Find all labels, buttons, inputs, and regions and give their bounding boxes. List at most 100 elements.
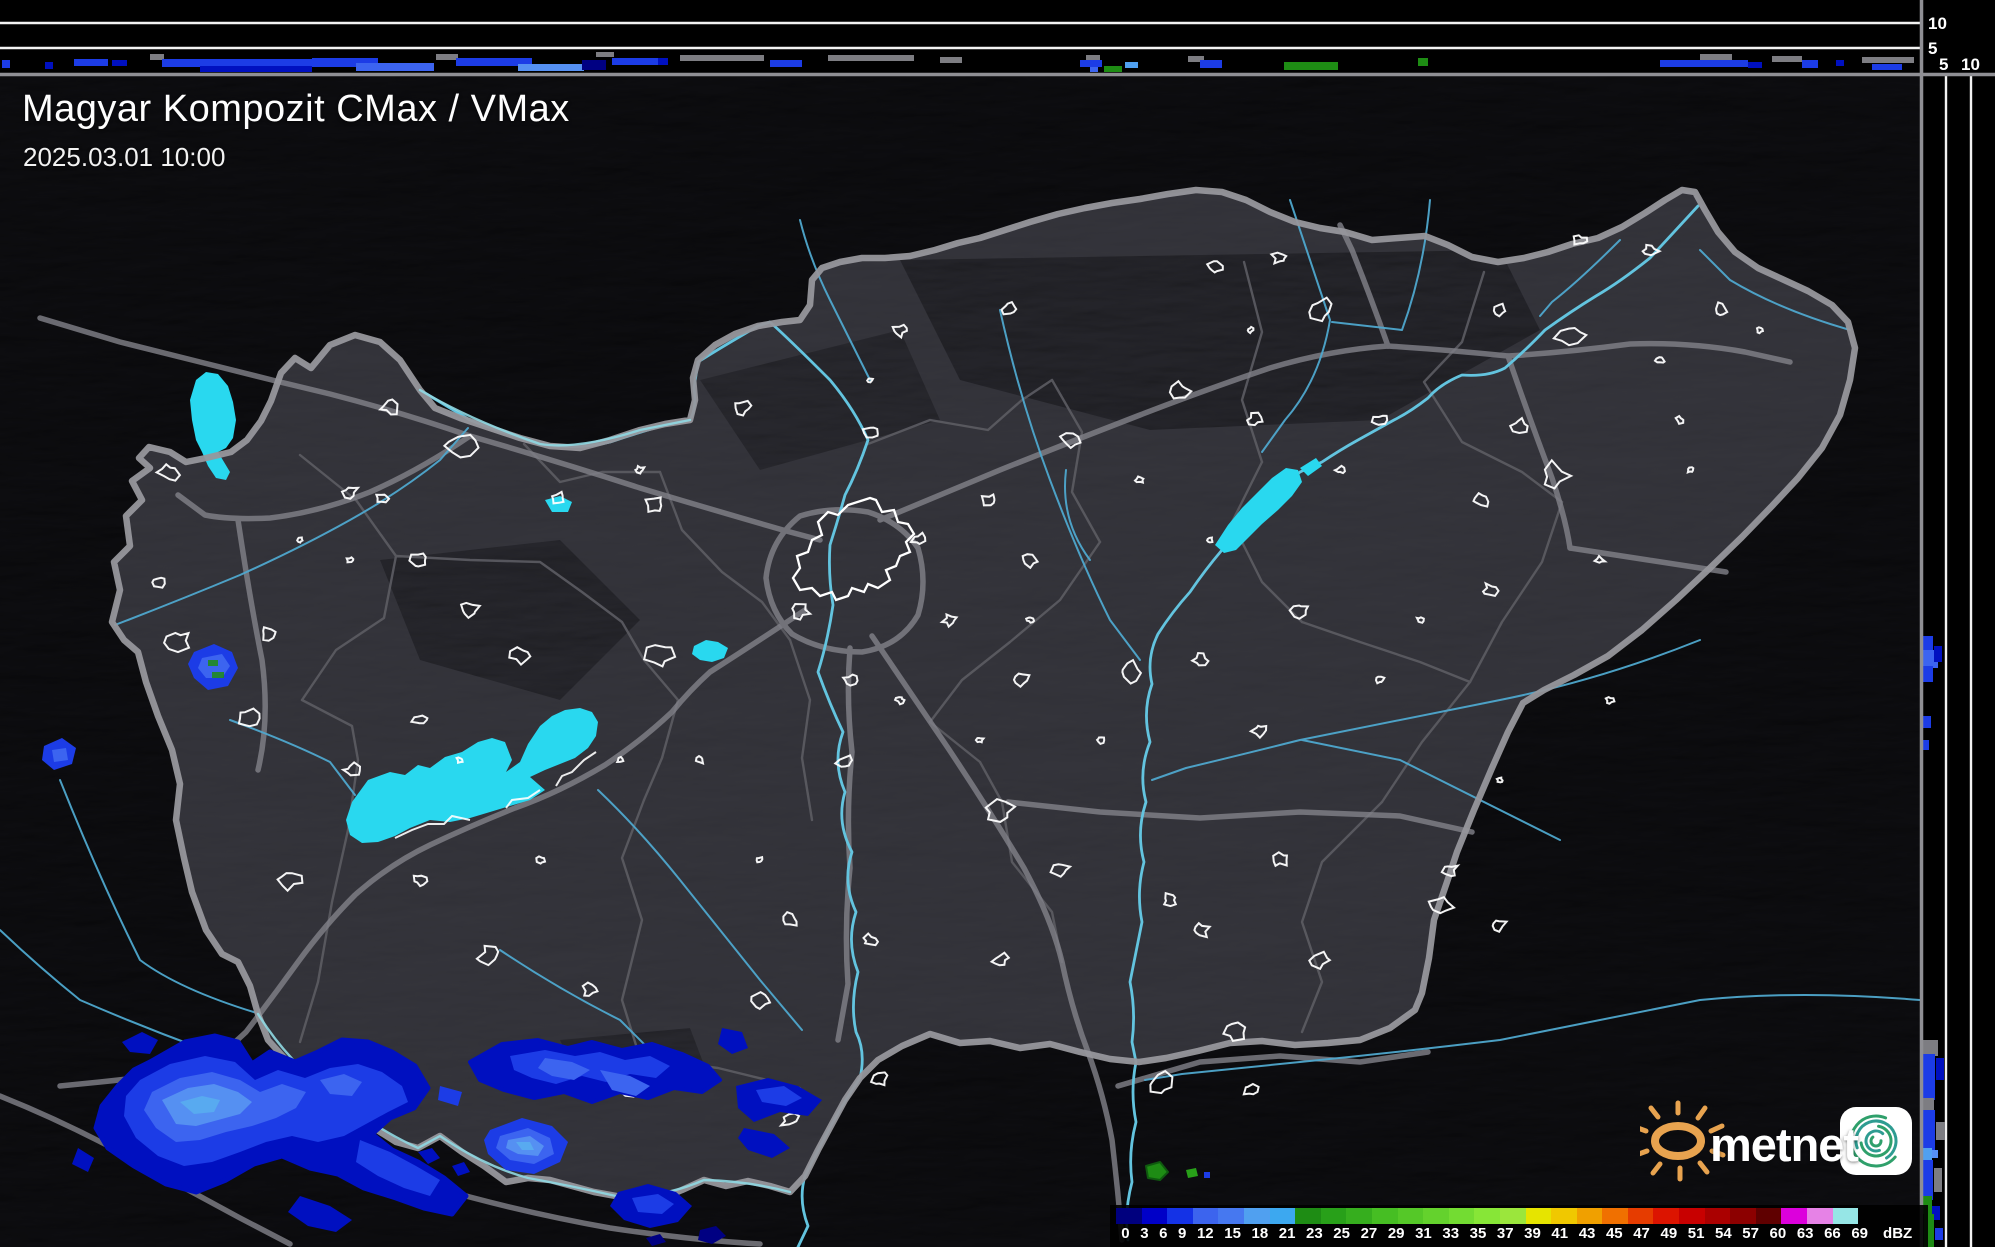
- page-title: Magyar Kompozit CMax / VMax: [22, 88, 570, 130]
- profile-echo-segment: [658, 58, 668, 65]
- dbz-tick-label: 49: [1660, 1225, 1678, 1242]
- profile-echo-segment: [1080, 60, 1102, 67]
- profile-echo-segment: [112, 60, 127, 66]
- radar-composite-app: Magyar Kompozit CMax / VMax 2025.03.01 1…: [0, 0, 1995, 1247]
- dbz-tick-label: 37: [1496, 1225, 1514, 1242]
- dbz-color-scale: 0 3 6 9 12 15 18 21 23 25 27 29 31 33 35 37 39 41 43 45 47 49…: [1110, 1205, 1928, 1247]
- profile-echo-segment: [200, 66, 312, 72]
- dbz-swatch: [1141, 1208, 1168, 1224]
- top-axis-label-10km: 10: [1928, 14, 1947, 33]
- dbz-tick-label: 63: [1796, 1225, 1814, 1242]
- profile-echo-segment: [2, 60, 10, 68]
- dbz-tick-label: 31: [1415, 1225, 1432, 1242]
- profile-echo-segment: [1872, 64, 1902, 70]
- right-profile-panel: [1923, 0, 1995, 1247]
- profile-echo-segment: [1923, 740, 1929, 750]
- profile-echo-segment: [1772, 56, 1802, 62]
- profile-echo-segment: [1862, 57, 1914, 63]
- profile-echo-segment: [45, 62, 53, 69]
- dbz-tick-label: 29: [1387, 1225, 1405, 1242]
- dbz-tick-label: 3: [1140, 1225, 1149, 1242]
- profile-echo-segment: [1934, 646, 1942, 662]
- dbz-swatch: [1576, 1208, 1603, 1224]
- profile-echo-segment: [1935, 1228, 1943, 1240]
- dbz-tick-label: 35: [1469, 1225, 1487, 1242]
- radar-map: [0, 0, 1995, 1247]
- dbz-swatch: [1371, 1208, 1398, 1224]
- dbz-swatch: [1192, 1208, 1219, 1224]
- dbz-swatch: [1448, 1208, 1475, 1224]
- profile-echo-segment: [74, 59, 108, 66]
- profile-echo-segment: [1934, 1168, 1942, 1192]
- profile-echo-segment: [518, 64, 584, 71]
- dbz-tick-label: 57: [1742, 1225, 1759, 1242]
- dbz-swatch: [1602, 1208, 1628, 1224]
- dbz-tick-label: 6: [1159, 1225, 1168, 1242]
- dbz-tick-label: 69: [1851, 1225, 1869, 1242]
- dbz-tick-label: 60: [1769, 1225, 1787, 1242]
- profile-echo-segment: [1748, 62, 1762, 68]
- profile-echo-segment: [1700, 54, 1732, 60]
- dbz-tick-label: 27: [1360, 1225, 1378, 1242]
- profile-echo-segment: [1125, 62, 1138, 68]
- profile-echo-segment: [1932, 1150, 1938, 1158]
- right-axis-label-5km: 5: [1939, 55, 1949, 74]
- metnet-logo-text: metnet: [1710, 1118, 1859, 1171]
- dbz-tick-label: 0: [1121, 1225, 1130, 1242]
- dbz-swatch: [1755, 1208, 1782, 1224]
- profile-echo-segment: [356, 63, 434, 71]
- dbz-swatch: [1423, 1208, 1449, 1224]
- dbz-swatch: [1781, 1208, 1808, 1224]
- profile-echo-segment: [1418, 58, 1428, 66]
- top-profile-panel: [0, 0, 1995, 74]
- dbz-swatch: [1269, 1208, 1296, 1224]
- profile-echo-segment: [1936, 1122, 1945, 1140]
- profile-echo-segment: [1284, 62, 1338, 70]
- profile-echo-segment: [1923, 1040, 1938, 1056]
- dbz-swatch: [1167, 1208, 1193, 1224]
- dbz-tick-label: 18: [1251, 1225, 1269, 1242]
- dbz-spacer: [1858, 1208, 1922, 1224]
- profile-echo-segment: [1923, 716, 1931, 728]
- dbz-tick-label: 25: [1333, 1225, 1350, 1242]
- top-axis-label-5km: 5: [1928, 39, 1938, 58]
- profile-echo-segment: [770, 60, 802, 67]
- dbz-tick-label: 39: [1524, 1225, 1541, 1242]
- profile-echo-segment: [1090, 67, 1098, 72]
- profile-echo-segment: [596, 52, 614, 57]
- profile-echo-segment: [680, 55, 764, 61]
- dbz-tick-label: 51: [1687, 1225, 1705, 1242]
- profile-echo-segment: [1936, 1058, 1944, 1080]
- profile-echo-segment: [1660, 60, 1748, 67]
- profile-echo-segment: [828, 55, 914, 61]
- dbz-tick-label: 21: [1278, 1225, 1296, 1242]
- dbz-swatch: [1346, 1208, 1372, 1224]
- dbz-tick-label: 45: [1605, 1225, 1623, 1242]
- metnet-logo: metnet: [1640, 1095, 1930, 1185]
- profile-echo-segment: [1923, 666, 1933, 682]
- dbz-tick-label: 33: [1442, 1225, 1460, 1242]
- profile-echo-segment: [582, 60, 606, 70]
- dbz-swatch: [1320, 1208, 1347, 1224]
- dbz-swatch: [1551, 1208, 1577, 1224]
- dbz-swatch: [1704, 1208, 1731, 1224]
- right-axis-label-10km: 10: [1961, 55, 1980, 74]
- profile-echo-segment: [1200, 60, 1222, 68]
- dbz-tick-label: 43: [1578, 1225, 1596, 1242]
- profile-echo-segment: [1086, 55, 1100, 60]
- dbz-swatch: [1679, 1208, 1705, 1224]
- profile-echo-segment: [612, 58, 662, 65]
- dbz-tick-label: 66: [1824, 1225, 1841, 1242]
- dbz-swatch: [1627, 1208, 1654, 1224]
- profile-echo-segment: [150, 54, 164, 60]
- dbz-swatch: [1243, 1208, 1270, 1224]
- profile-echo-segment: [1923, 1054, 1935, 1100]
- profile-echo-segment: [1802, 60, 1818, 68]
- dbz-tick-label: 15: [1224, 1225, 1241, 1242]
- dbz-tick-label: 12: [1196, 1225, 1214, 1242]
- dbz-swatch: [1832, 1208, 1859, 1224]
- dbz-swatch: [1295, 1208, 1321, 1224]
- profile-echo-segment: [1104, 66, 1122, 72]
- dbz-swatch: [1474, 1208, 1500, 1224]
- profile-echo-segment: [1923, 636, 1933, 652]
